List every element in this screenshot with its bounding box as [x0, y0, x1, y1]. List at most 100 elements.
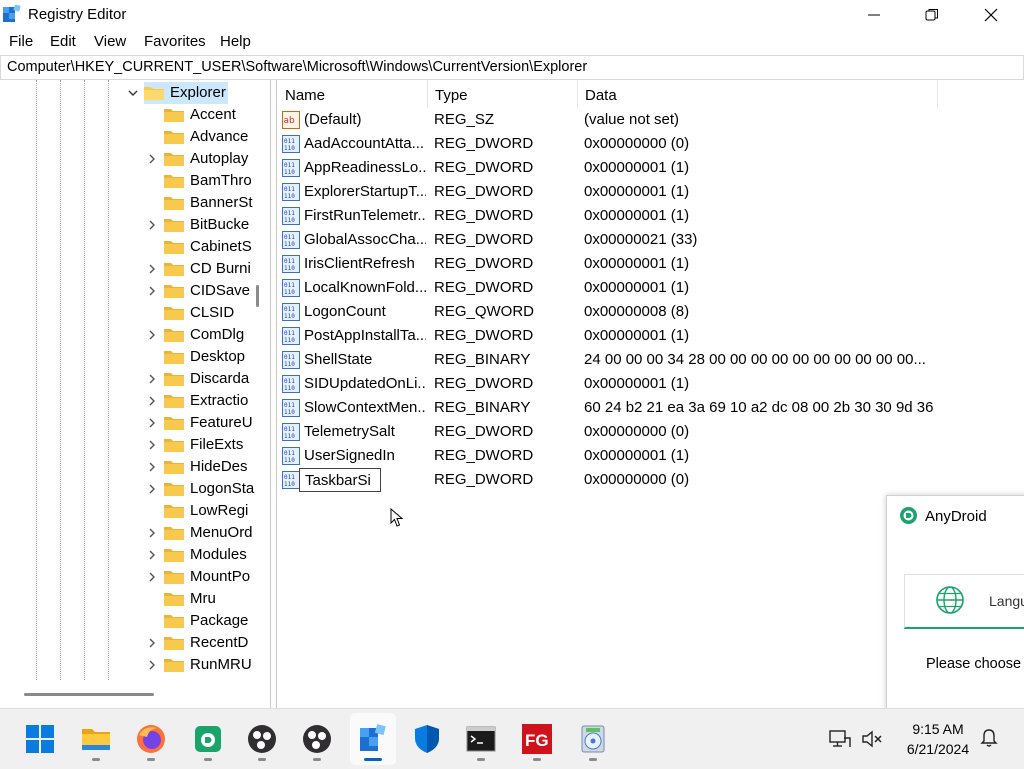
tree-item-label: BamThro	[190, 172, 252, 189]
chevron-right-icon[interactable]	[146, 328, 158, 342]
svg-text:ab: ab	[284, 116, 296, 126]
svg-text:011: 011	[284, 186, 295, 193]
chevron-right-icon[interactable]	[146, 526, 158, 540]
chevron-right-icon[interactable]	[146, 262, 158, 276]
column-header-name[interactable]: Name	[277, 80, 428, 108]
value-data: 0x00000001 (1)	[584, 255, 690, 272]
menu-view[interactable]: View	[94, 33, 126, 50]
value-data: 0x00000000 (0)	[584, 471, 690, 488]
menu-edit[interactable]: Edit	[50, 33, 76, 50]
taskbar-indicator	[533, 758, 541, 761]
tree-guide-line	[36, 80, 37, 680]
language-selector[interactable]: Langu	[904, 574, 1024, 629]
tree-item-label: CD Burni	[190, 260, 251, 277]
folder-icon	[164, 329, 184, 342]
firefox-icon[interactable]	[135, 723, 167, 755]
chevron-right-icon[interactable]	[146, 482, 158, 496]
folder-icon	[164, 109, 184, 122]
value-row[interactable]: 011 110 LogonCount REG_QWORD 0x00000008 (8)	[277, 300, 937, 324]
svg-text:110: 110	[284, 385, 295, 392]
language-label: Langu	[989, 593, 1024, 609]
value-row[interactable]: 011 110 AadAccountAtta... REG_DWORD 0x000000…	[277, 132, 937, 156]
chevron-right-icon[interactable]	[146, 152, 158, 166]
obs-studio-icon[interactable]	[301, 723, 333, 755]
menu-file[interactable]: File	[9, 33, 33, 50]
start-windows-icon[interactable]	[24, 723, 56, 755]
anydroid-popup[interactable]: AnyDroid Langu Please choose	[886, 495, 1024, 710]
folder-icon	[164, 659, 184, 672]
column-header-type[interactable]: Type	[427, 80, 578, 108]
anydroid-taskbar-icon[interactable]	[192, 723, 224, 755]
value-row[interactable]: 011 110 ShellState REG_BINARY 24 00 00 00 34…	[277, 348, 937, 372]
value-row[interactable]: 011 110 GlobalAssocCha... REG_DWORD 0x000000…	[277, 228, 937, 252]
network-monitor-icon[interactable]	[829, 729, 851, 749]
chevron-right-icon[interactable]	[146, 416, 158, 430]
value-row-editing[interactable]: 011 110 TaskbarSi REG_DWORD 0x00000000 (…	[277, 468, 937, 492]
chevron-right-icon[interactable]	[146, 636, 158, 650]
value-row[interactable]: 011 110 TelemetrySalt REG_DWORD 0x00000000 (…	[277, 420, 937, 444]
minimize-button[interactable]	[845, 0, 903, 30]
binary-value-icon: 011110	[282, 447, 300, 465]
svg-text:011: 011	[284, 234, 295, 241]
value-row[interactable]: 011 110 UserSignedIn REG_DWORD 0x00000001 (1…	[277, 444, 937, 468]
menu-favorites[interactable]: Favorites	[144, 33, 206, 50]
value-type: REG_BINARY	[434, 399, 531, 416]
chevron-right-icon[interactable]	[146, 438, 158, 452]
key-tree-pane[interactable]: Explorer Accent Advance Autoplay BamThro Ban…	[0, 80, 271, 708]
value-type: REG_DWORD	[434, 375, 534, 392]
popup-prompt-text: Please choose	[926, 656, 1022, 672]
title-bar[interactable]: Registry Editor	[0, 0, 1024, 30]
taskbar-indicator	[92, 758, 100, 761]
windows-security-icon[interactable]	[411, 723, 443, 755]
tree-item-label: Advance	[190, 128, 249, 145]
chevron-right-icon[interactable]	[146, 284, 158, 298]
notification-bell-icon[interactable]	[980, 728, 998, 748]
address-bar[interactable]: Computer\HKEY_CURRENT_USER\Software\Micr…	[0, 55, 1024, 80]
file-explorer-icon[interactable]	[80, 723, 112, 755]
taskbar-indicator	[313, 758, 321, 761]
value-row[interactable]: 011 110 IrisClientRefresh REG_DWORD 0x000000…	[277, 252, 937, 276]
value-row[interactable]: 011 110 ExplorerStartupT... REG_DWORD 0x0000…	[277, 180, 937, 204]
folder-icon	[164, 615, 184, 628]
rename-input[interactable]: TaskbarSi	[299, 468, 381, 492]
value-row[interactable]: 011 110 FirstRunTelemetr... REG_DWORD 0x0000…	[277, 204, 937, 228]
restore-button[interactable]	[903, 0, 961, 30]
obs-studio-icon[interactable]	[246, 723, 278, 755]
disk-utility-icon[interactable]	[577, 723, 609, 755]
value-row[interactable]: 011 110 SlowContextMen... REG_BINARY 60 24 b…	[277, 396, 937, 420]
tree-item-explorer[interactable]: Explorer	[128, 82, 228, 104]
chevron-right-icon[interactable]	[146, 658, 158, 672]
tree-horizontal-scrollbar-thumb[interactable]	[24, 693, 154, 696]
value-row[interactable]: ab (Default) REG_SZ (value not set)	[277, 108, 937, 132]
tree-vertical-scrollbar-thumb[interactable]	[256, 285, 259, 307]
value-row[interactable]: 011 110 AppReadinessLo... REG_DWORD 0x000000…	[277, 156, 937, 180]
svg-text:110: 110	[284, 145, 295, 152]
svg-text:011: 011	[284, 402, 295, 409]
chevron-down-icon[interactable]	[127, 86, 139, 100]
chevron-right-icon[interactable]	[146, 570, 158, 584]
fg-app-icon[interactable]: FG	[521, 723, 553, 755]
value-row[interactable]: 011 110 LocalKnownFold... REG_DWORD 0x000000…	[277, 276, 937, 300]
chevron-right-icon[interactable]	[146, 394, 158, 408]
volume-muted-icon[interactable]	[861, 729, 883, 749]
tree-item-label: HideDes	[190, 458, 248, 475]
svg-text:110: 110	[284, 241, 295, 248]
svg-text:011: 011	[284, 378, 295, 385]
folder-icon	[164, 197, 184, 210]
value-row[interactable]: 011 110 SIDUpdatedOnLi... REG_DWORD 0x000000…	[277, 372, 937, 396]
svg-text:011: 011	[284, 210, 295, 217]
column-header-data[interactable]: Data	[577, 80, 938, 108]
chevron-right-icon[interactable]	[146, 460, 158, 474]
value-type: REG_QWORD	[434, 303, 535, 320]
value-name: ShellState	[304, 351, 373, 368]
svg-text:011: 011	[284, 330, 295, 337]
command-prompt-icon[interactable]	[465, 723, 497, 755]
system-clock[interactable]: 9:15 AM 6/21/2024	[896, 719, 980, 759]
chevron-right-icon[interactable]	[146, 218, 158, 232]
chevron-right-icon[interactable]	[146, 548, 158, 562]
registry-editor-taskbar-icon[interactable]	[357, 723, 389, 755]
chevron-right-icon[interactable]	[146, 372, 158, 386]
close-button[interactable]	[962, 0, 1020, 30]
value-row[interactable]: 011 110 PostAppInstallTa... REG_DWORD 0x0000…	[277, 324, 937, 348]
menu-help[interactable]: Help	[220, 33, 251, 50]
